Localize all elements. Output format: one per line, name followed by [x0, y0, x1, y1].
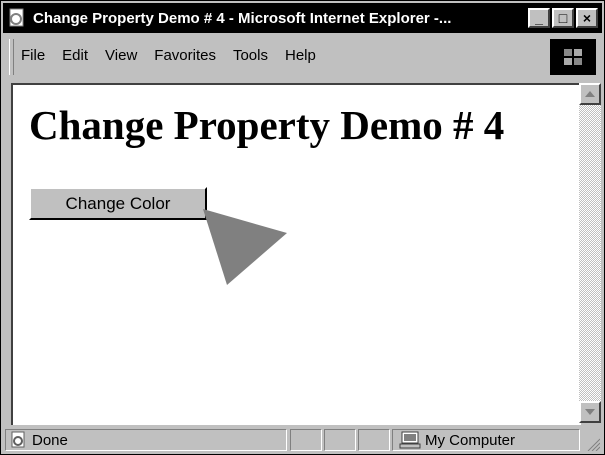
page-viewport: Change Property Demo # 4 Change Color	[11, 83, 581, 425]
menu-favorites[interactable]: Favorites	[154, 47, 216, 64]
close-button[interactable]: ×	[576, 8, 598, 28]
scroll-down-button[interactable]	[579, 401, 601, 423]
status-panel-empty	[324, 429, 356, 451]
computer-icon	[399, 431, 421, 449]
maximize-button[interactable]: □	[552, 8, 574, 28]
status-panel: Done	[5, 429, 287, 451]
ie-page-icon	[11, 431, 25, 448]
pointer-arrow-icon	[203, 209, 287, 285]
browser-window: Change Property Demo # 4 - Microsoft Int…	[0, 0, 605, 455]
menu-view[interactable]: View	[105, 47, 137, 64]
status-panel-empty	[358, 429, 390, 451]
status-bar: Done My Computer	[3, 427, 602, 453]
arrow-up-icon	[585, 91, 595, 97]
menu-edit[interactable]: Edit	[62, 47, 88, 64]
change-color-button[interactable]: Change Color	[29, 187, 207, 220]
menu-file[interactable]: File	[21, 47, 45, 64]
windows-logo-icon	[550, 39, 596, 75]
ie-page-icon	[9, 8, 24, 27]
scroll-up-button[interactable]	[579, 83, 601, 105]
status-panel-empty	[290, 429, 322, 451]
status-text: Done	[32, 431, 68, 449]
page-heading: Change Property Demo # 4	[29, 102, 505, 148]
title-bar[interactable]: Change Property Demo # 4 - Microsoft Int…	[3, 3, 602, 33]
vertical-scrollbar[interactable]	[579, 83, 601, 423]
menu-help[interactable]: Help	[285, 47, 316, 64]
resize-grip-icon[interactable]	[584, 435, 600, 451]
menu-tools[interactable]: Tools	[233, 47, 268, 64]
window-title: Change Property Demo # 4 - Microsoft Int…	[33, 9, 452, 27]
arrow-down-icon	[585, 409, 595, 415]
zone-text: My Computer	[425, 431, 516, 449]
menu-grip[interactable]	[9, 39, 14, 75]
menu-bar: File Edit View Favorites Tools Help	[3, 35, 602, 79]
minimize-button[interactable]: _	[528, 8, 550, 28]
zone-panel: My Computer	[392, 429, 580, 451]
